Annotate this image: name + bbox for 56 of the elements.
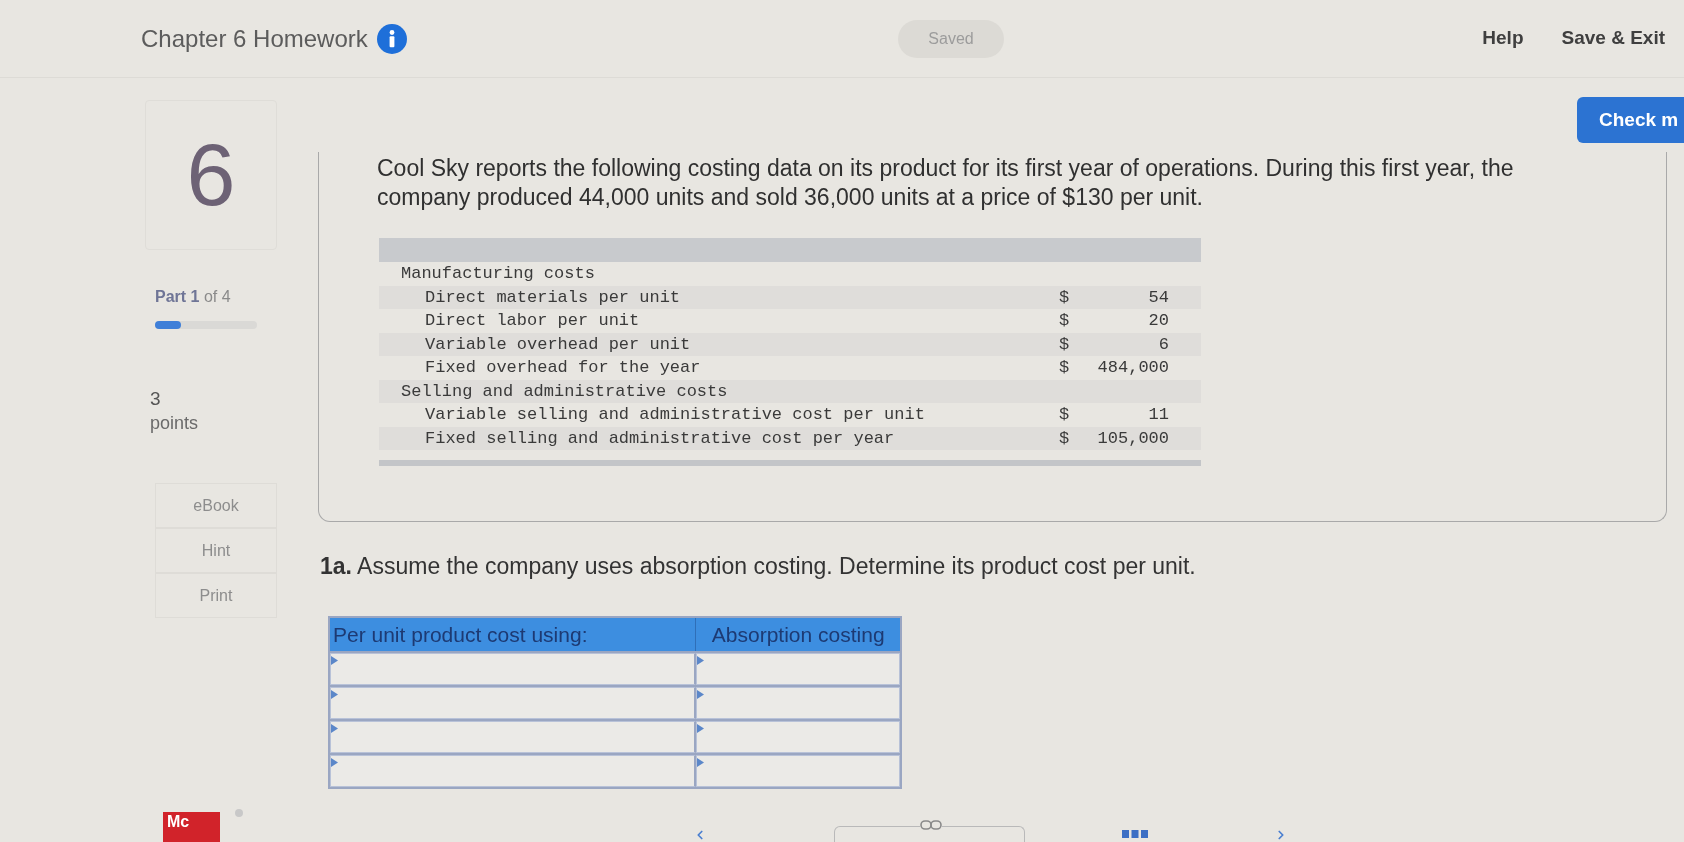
triangle-marker-icon xyxy=(697,656,705,665)
triangle-marker-icon xyxy=(697,724,705,733)
question-text: Cool Sky reports the following costing data on its product for its first year of operations. During this first year, the company produced 44,000 units and sold 36,000 units at a price of $130 per unit. xyxy=(377,154,1515,212)
row-label: Variable selling and administrative cost per unit xyxy=(424,404,925,426)
select-field[interactable] xyxy=(330,721,697,753)
page-title: Chapter 6 Homework xyxy=(141,23,368,54)
select-field[interactable] xyxy=(330,653,697,685)
triangle-marker-icon xyxy=(331,724,338,733)
grid-icon[interactable] xyxy=(1122,830,1148,838)
group-label: Manufacturing costs xyxy=(400,263,595,285)
currency-sign: $ xyxy=(1059,404,1070,426)
tool-button[interactable]: Hint xyxy=(155,528,277,573)
column-header: Per unit product cost using: xyxy=(330,618,697,651)
points-label: points xyxy=(150,412,200,435)
row-label: Direct materials per unit xyxy=(424,286,681,309)
triangle-marker-icon xyxy=(331,690,338,699)
select-field[interactable] xyxy=(330,755,697,787)
amount: 20 xyxy=(1148,310,1169,332)
amount: 6 xyxy=(1158,333,1169,356)
amount: 54 xyxy=(1148,286,1169,309)
amount: 11 xyxy=(1148,404,1169,426)
currency-sign: $ xyxy=(1059,333,1070,356)
header-link[interactable]: Save & Exit xyxy=(1561,24,1665,53)
column-header: Absorption costing xyxy=(710,621,886,648)
row-label: Variable overhead per unit xyxy=(424,333,691,356)
currency-sign: $ xyxy=(1059,357,1070,379)
select-field[interactable] xyxy=(330,687,697,719)
amount: 105,000 xyxy=(1097,427,1169,450)
tool-button[interactable]: Print xyxy=(155,573,277,618)
triangle-marker-icon xyxy=(331,758,338,767)
row-label: Fixed overhead for the year xyxy=(424,357,701,379)
question-number: 6 xyxy=(186,131,236,219)
part-label: Part 1 of 4 xyxy=(155,287,232,307)
input-field[interactable] xyxy=(696,721,900,753)
triangle-marker-icon xyxy=(697,758,705,767)
points-value: 3 xyxy=(150,387,162,411)
row-label: Direct labor per unit xyxy=(424,310,640,332)
currency-sign: $ xyxy=(1059,286,1070,309)
currency-sign: $ xyxy=(1059,427,1070,450)
header-link[interactable]: Help xyxy=(1482,24,1524,53)
group-label: Selling and administrative costs xyxy=(400,380,728,403)
status-badge: Saved xyxy=(898,19,1004,58)
logo: Mc xyxy=(163,812,220,842)
triangle-marker-icon xyxy=(331,656,338,665)
triangle-marker-icon xyxy=(697,690,705,699)
link-icon xyxy=(920,819,942,831)
currency-sign: $ xyxy=(1059,310,1070,332)
input-field[interactable] xyxy=(696,687,900,719)
tool-button[interactable]: eBook xyxy=(155,483,277,528)
input-field[interactable] xyxy=(696,653,900,685)
row-label: Fixed selling and administrative cost per year xyxy=(424,427,895,450)
input-field[interactable] xyxy=(696,755,900,787)
info-icon[interactable] xyxy=(376,23,407,54)
part-prompt: 1a. Assume the company uses absorption costing. Determine its product cost per unit. xyxy=(320,552,1197,580)
amount: 484,000 xyxy=(1097,357,1169,379)
check-button[interactable]: Check m xyxy=(1577,97,1684,143)
